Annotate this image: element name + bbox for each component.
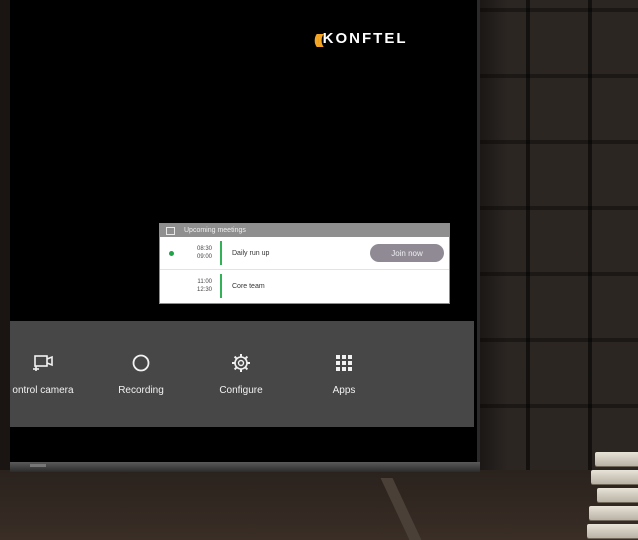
apps-button[interactable]: Apps [299,351,389,396]
tool-label: Configure [219,385,263,396]
camera-control-icon [33,355,53,371]
recording-button[interactable]: Recording [96,351,186,396]
meeting-row[interactable]: 08:30 09:00 Daily run up Join now [160,237,449,270]
meeting-times: 08:30 09:00 [190,245,212,261]
brand-logo: (((( KONFTEL [314,30,407,47]
room-background [468,0,638,470]
upcoming-meetings-panel: Upcoming meetings 08:30 09:00 Daily run … [159,223,450,304]
panel-header: Upcoming meetings [160,224,449,237]
calendar-icon [166,226,175,235]
bottom-toolbar: ontrol camera Recording Configure Apps [10,321,474,427]
gear-icon [232,354,250,372]
meeting-row[interactable]: 11:00 12:30 Core team [160,270,449,302]
tool-label: Recording [118,385,164,396]
meeting-end-time: 12:30 [196,287,212,293]
brand-name: KONFTEL [322,30,408,47]
books-stack [585,440,638,540]
meeting-start-time: 08:30 [196,246,212,252]
record-icon [132,354,150,372]
meeting-separator [220,241,222,265]
meeting-title: Core team [232,282,265,290]
tool-label: Apps [332,385,356,396]
floor [0,470,638,540]
meeting-times: 11:00 12:30 [190,278,212,294]
meeting-end-time: 09:00 [196,254,212,260]
control-camera-button[interactable]: ontrol camera [0,351,88,396]
sound-waves-icon: (((( [314,30,324,47]
apps-grid-icon [336,355,352,371]
meeting-separator [220,274,222,298]
tool-label: ontrol camera [12,385,74,396]
configure-button[interactable]: Configure [196,351,286,396]
join-now-button[interactable]: Join now [370,244,444,262]
meeting-title: Daily run up [232,249,270,257]
active-status-dot [169,250,174,256]
meeting-start-time: 11:00 [197,279,212,285]
tv-bezel [10,462,480,472]
panel-title: Upcoming meetings [184,227,246,234]
